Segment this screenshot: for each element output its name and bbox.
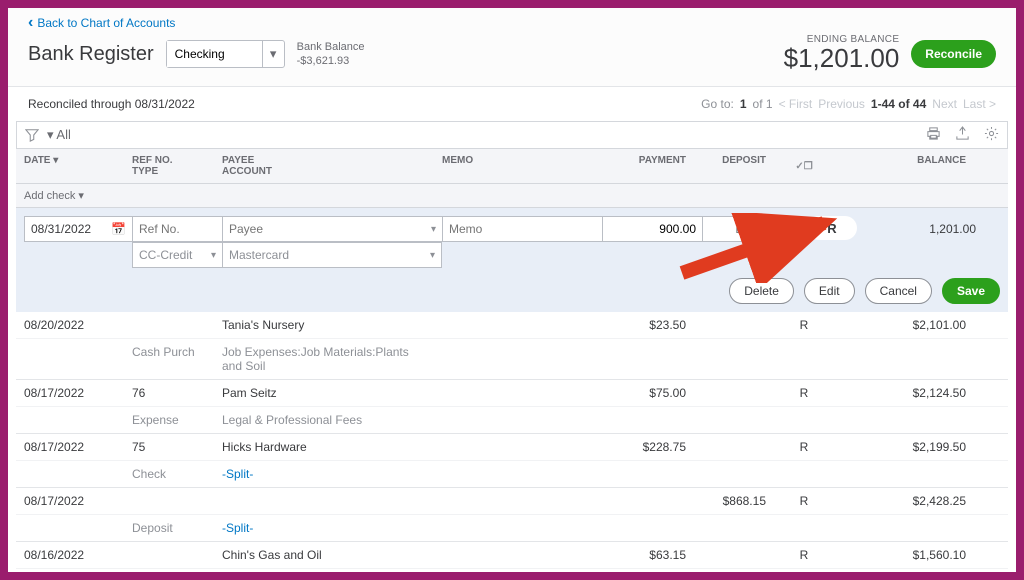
memo-input[interactable] xyxy=(442,216,602,242)
col-type: TYPE xyxy=(132,166,206,177)
col-balance: BALANCE xyxy=(834,149,974,183)
col-account: ACCOUNT xyxy=(222,166,426,177)
col-payee: PAYEE xyxy=(222,155,426,166)
pager-next[interactable]: Next xyxy=(932,97,957,111)
date-input[interactable]: 08/31/2022📅 xyxy=(24,216,132,242)
table-row[interactable]: 08/17/2022$868.15R$2,428.25Deposit-Split… xyxy=(16,488,1008,542)
col-deposit: DEPOSIT xyxy=(694,149,774,183)
page-title: Bank Register xyxy=(28,43,154,66)
reconcile-button[interactable]: Reconcile xyxy=(911,40,996,68)
account-input[interactable]: Mastercard xyxy=(222,242,442,268)
filter-all-toggle[interactable]: ▾ All xyxy=(47,127,71,143)
reconciled-through: Reconciled through 08/31/2022 xyxy=(28,97,195,111)
export-icon[interactable] xyxy=(955,126,970,144)
chevron-down-icon[interactable]: ▾ xyxy=(262,41,284,67)
table-row[interactable]: 08/17/202276Pam Seitz$75.00R$2,124.50Exp… xyxy=(16,380,1008,434)
pager-last[interactable]: Last > xyxy=(963,97,996,111)
pager-first[interactable]: < First xyxy=(779,97,813,111)
col-ref: REF NO. xyxy=(132,155,206,166)
bank-balance-value: -$3,621.93 xyxy=(297,54,365,68)
status-pill[interactable]: R xyxy=(807,216,857,240)
bank-balance-label: Bank Balance xyxy=(297,40,365,54)
account-selector-input[interactable] xyxy=(167,41,262,67)
account-selector[interactable]: ▾ xyxy=(166,40,285,68)
filter-icon[interactable] xyxy=(25,128,39,142)
table-row[interactable]: 08/16/2022Chin's Gas and Oil$63.15R$1,56… xyxy=(16,542,1008,580)
table-row[interactable]: 08/20/2022Tania's Nursery$23.50R$2,101.0… xyxy=(16,312,1008,380)
col-status: ✓❐ xyxy=(774,149,834,183)
type-input[interactable]: CC-Credit xyxy=(132,242,222,268)
table-row[interactable]: 08/17/202275Hicks Hardware$228.75R$2,199… xyxy=(16,434,1008,488)
gear-icon[interactable] xyxy=(984,126,999,144)
pager-prev[interactable]: Previous xyxy=(818,97,865,111)
pager: Go to: 1 of 1 < First Previous 1-44 of 4… xyxy=(701,97,996,111)
save-button[interactable]: Save xyxy=(942,278,1000,304)
deposit-input[interactable] xyxy=(702,216,782,242)
pager-range: 1-44 of 44 xyxy=(871,97,926,111)
edit-balance: 1,201.00 xyxy=(882,216,982,242)
ending-balance-value: $1,201.00 xyxy=(784,43,900,74)
edit-row: 08/31/2022📅 R 1,201.00 CC-Credit Masterc… xyxy=(16,208,1008,312)
calendar-icon[interactable]: 📅 xyxy=(111,222,126,236)
print-icon[interactable] xyxy=(926,126,941,144)
payee-input[interactable] xyxy=(222,216,442,242)
ref-input[interactable] xyxy=(132,216,222,242)
col-payment: PAYMENT xyxy=(594,149,694,183)
delete-button[interactable]: Delete xyxy=(729,278,794,304)
back-link[interactable]: Back to Chart of Accounts xyxy=(28,14,175,32)
col-memo: MEMO xyxy=(434,149,594,183)
cancel-button[interactable]: Cancel xyxy=(865,278,932,304)
payment-input[interactable] xyxy=(602,216,702,242)
add-check-row[interactable]: Add check ▾ xyxy=(16,184,1008,208)
col-date[interactable]: DATE ▾ xyxy=(16,149,124,183)
edit-button[interactable]: Edit xyxy=(804,278,855,304)
